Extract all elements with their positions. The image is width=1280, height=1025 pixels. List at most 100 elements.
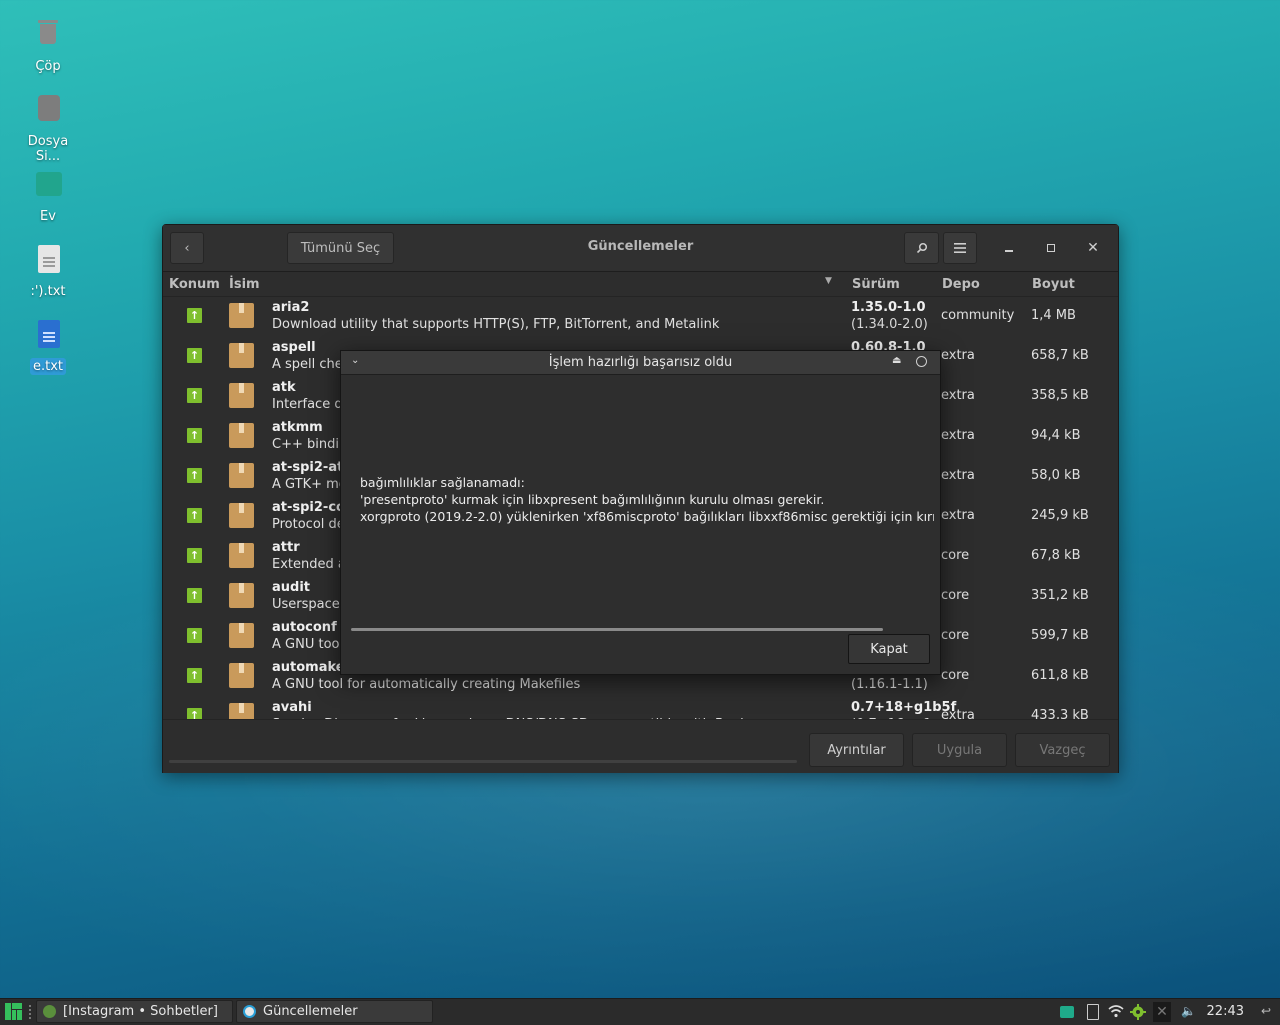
- select-all-button[interactable]: Tümünü Seç: [287, 232, 394, 264]
- package-row[interactable]: ↑ aria2 Download utility that supports HTT…: [163, 297, 1118, 337]
- update-notifier-icon[interactable]: [1130, 1004, 1146, 1020]
- back-button[interactable]: ‹: [170, 232, 204, 264]
- package-manager-icon: [243, 1005, 256, 1018]
- close-icon: ✕: [1087, 240, 1099, 256]
- taskbar: [Instagram • Sohbetler] Güncellemeler ✕ …: [0, 998, 1280, 1025]
- package-repo: extra: [941, 428, 975, 443]
- close-button[interactable]: ✕: [1082, 237, 1104, 259]
- package-name: atk: [272, 380, 296, 395]
- document-file-icon: [32, 318, 64, 352]
- column-repo[interactable]: Depo: [942, 277, 980, 292]
- shade-icon[interactable]: ⏏: [892, 355, 901, 366]
- dialog-close-button[interactable]: Kapat: [848, 634, 930, 664]
- update-arrow-icon[interactable]: ↑: [187, 388, 202, 403]
- desktop-icon-home[interactable]: Ev: [16, 168, 80, 225]
- package-icon: [229, 623, 254, 648]
- cancel-button[interactable]: Vazgeç: [1015, 733, 1110, 767]
- update-arrow-icon[interactable]: ↑: [187, 668, 202, 683]
- column-size[interactable]: Boyut: [1032, 277, 1075, 292]
- package-name: aria2: [272, 300, 310, 315]
- desktop-icon-filesystem[interactable]: Dosya Si...: [16, 93, 80, 165]
- package-icon: [229, 543, 254, 568]
- trash-icon: [32, 18, 64, 52]
- package-name: automake: [272, 660, 345, 675]
- package-row[interactable]: ↑avahiService Discovery for Linux using …: [163, 697, 1118, 719]
- manjaro-menu-icon[interactable]: [5, 1003, 22, 1020]
- home-folder-icon: [32, 168, 64, 202]
- update-arrow-icon[interactable]: ↑: [187, 468, 202, 483]
- volume-icon[interactable]: 🔈: [1181, 1004, 1196, 1020]
- message-line: 'presentproto' kurmak için libxpresent b…: [360, 492, 825, 507]
- maximize-button[interactable]: [1040, 237, 1062, 259]
- update-arrow-icon[interactable]: ↑: [187, 548, 202, 563]
- clipboard-icon[interactable]: [1087, 1004, 1099, 1020]
- error-dialog: ⌄ İşlem hazırlığı başarısız oldu ⏏ bağım…: [340, 350, 941, 675]
- package-description: Protocol de: [272, 517, 345, 532]
- package-repo: extra: [941, 708, 975, 719]
- taskbar-item-instagram[interactable]: [Instagram • Sohbetler]: [36, 1000, 233, 1023]
- column-version[interactable]: Sürüm: [852, 277, 900, 292]
- package-name: attr: [272, 540, 300, 555]
- update-arrow-icon[interactable]: ↑: [187, 508, 202, 523]
- package-size: 1,4 MB: [1031, 308, 1076, 323]
- column-status[interactable]: Konum: [169, 277, 220, 292]
- package-size: 658,7 kB: [1031, 348, 1089, 363]
- desktop-icon-label: e.txt: [29, 358, 67, 375]
- drive-icon: [32, 93, 64, 127]
- update-arrow-icon[interactable]: ↑: [187, 588, 202, 603]
- package-description: A GNU tool for automatically creating Ma…: [272, 677, 581, 692]
- package-description: Download utility that supports HTTP(S), …: [272, 317, 720, 332]
- update-arrow-icon[interactable]: ↑: [187, 428, 202, 443]
- package-icon: [229, 463, 254, 488]
- message-line: bağımlılıklar sağlanamadı:: [360, 475, 525, 490]
- desktop-icon-trash[interactable]: Çöp: [16, 18, 80, 75]
- package-repo: extra: [941, 388, 975, 403]
- apply-button[interactable]: Uygula: [912, 733, 1007, 767]
- dialog-titlebar: ⌄ İşlem hazırlığı başarısız oldu ⏏: [341, 351, 940, 375]
- update-arrow-icon[interactable]: ↑: [187, 308, 202, 323]
- browser-icon: [43, 1005, 56, 1018]
- desktop-icon-label: Dosya Si...: [27, 134, 69, 164]
- package-old-version: (1.34.0-2.0): [851, 317, 928, 332]
- wifi-icon[interactable]: [1108, 1004, 1124, 1020]
- details-button[interactable]: Ayrıntılar: [809, 733, 904, 767]
- package-size: 94,4 kB: [1031, 428, 1081, 443]
- package-size: 58,0 kB: [1031, 468, 1081, 483]
- package-name: autoconf: [272, 620, 337, 635]
- package-old-version: (1.16.1-1.1): [851, 677, 928, 692]
- package-repo: core: [941, 588, 970, 603]
- minimize-button[interactable]: [998, 237, 1020, 259]
- package-name: avahi: [272, 700, 312, 715]
- desktop-icon-file-2[interactable]: e.txt: [16, 318, 80, 375]
- logout-icon[interactable]: ↩: [1261, 1004, 1273, 1020]
- desktop-icon-label: :').txt: [30, 284, 66, 299]
- package-icon: [229, 703, 254, 719]
- screen-off-icon[interactable]: ✕: [1153, 1002, 1171, 1022]
- action-bar: Ayrıntılar Uygula Vazgeç: [163, 719, 1118, 773]
- message-line: xorgproto (2019.2-2.0) yüklenirken 'xf86…: [360, 509, 934, 524]
- package-icon: [229, 423, 254, 448]
- dialog-progress-bar: [351, 628, 883, 631]
- chat-icon[interactable]: [1060, 1006, 1074, 1018]
- column-name[interactable]: İsim: [229, 277, 260, 292]
- menu-button[interactable]: [943, 232, 977, 264]
- taskbar-item-updates[interactable]: Güncellemeler: [236, 1000, 433, 1023]
- update-arrow-icon[interactable]: ↑: [187, 628, 202, 643]
- package-repo: core: [941, 668, 970, 683]
- package-size: 358,5 kB: [1031, 388, 1089, 403]
- update-arrow-icon[interactable]: ↑: [187, 348, 202, 363]
- dialog-message: bağımlılıklar sağlanamadı: 'presentproto…: [360, 474, 934, 525]
- update-arrow-icon[interactable]: ↑: [187, 708, 202, 719]
- package-size: 351,2 kB: [1031, 588, 1089, 603]
- chevron-left-icon: ‹: [184, 240, 190, 256]
- maximize-icon: [1047, 244, 1055, 252]
- clock: 22:43: [1206, 1004, 1244, 1019]
- desktop-icon-file-1[interactable]: :').txt: [16, 243, 80, 300]
- search-button[interactable]: [904, 232, 939, 264]
- package-size: 433,3 kB: [1031, 708, 1089, 719]
- taskbar-separator: [29, 1005, 33, 1019]
- package-icon: [229, 383, 254, 408]
- dialog-close-circle-icon[interactable]: [916, 356, 927, 367]
- package-description: A GNU tool: [272, 637, 344, 652]
- package-size: 599,7 kB: [1031, 628, 1089, 643]
